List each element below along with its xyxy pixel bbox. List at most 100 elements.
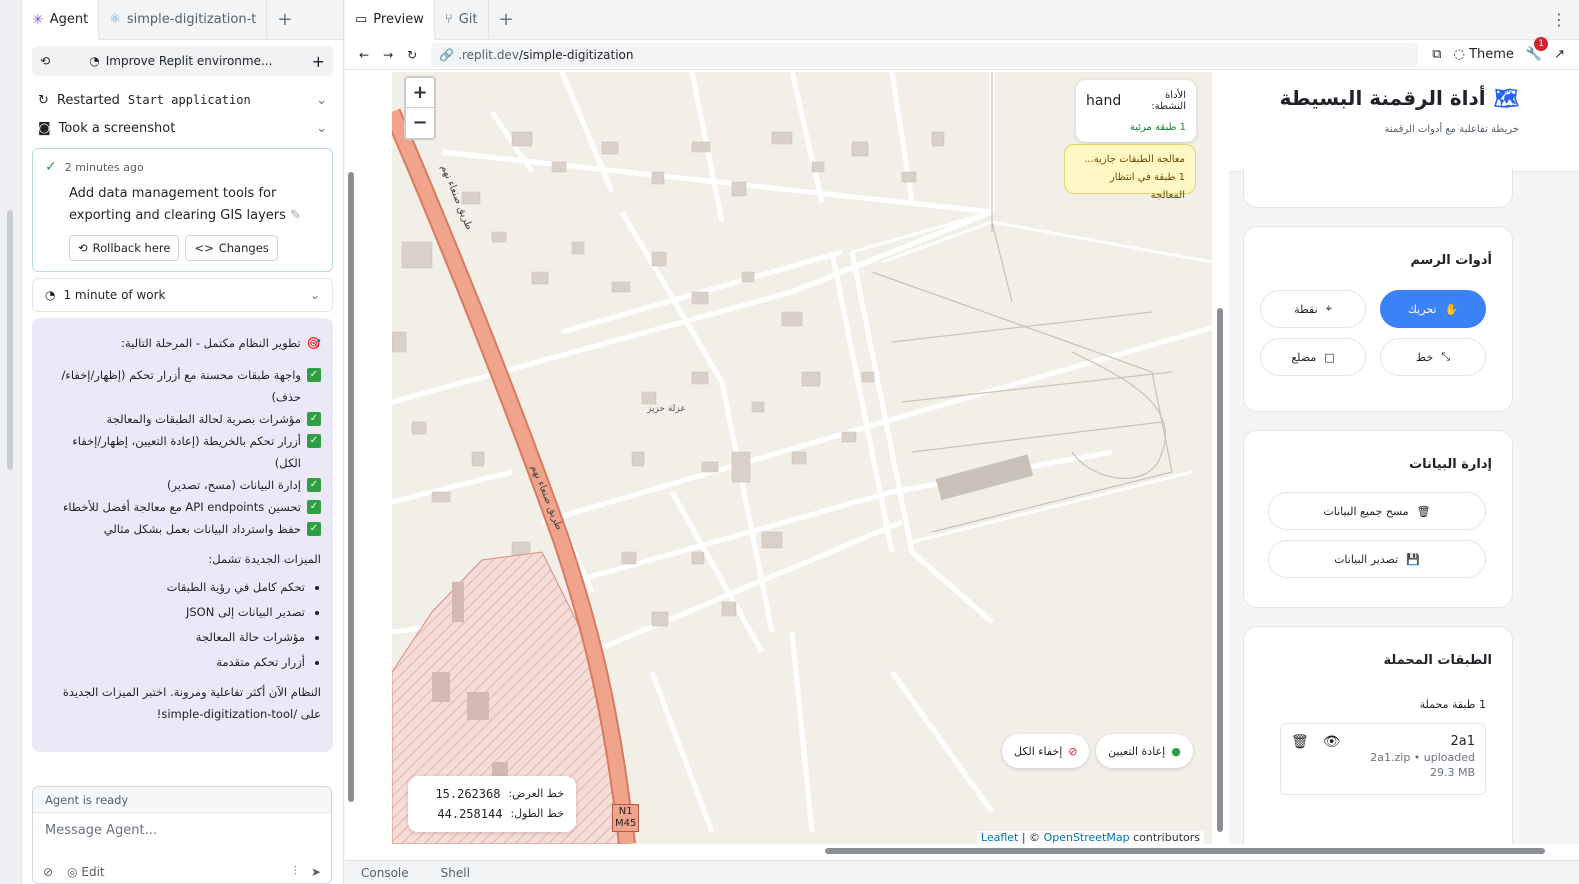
clear-data-button[interactable]: 🗑 مسح جميع البيانات <box>1268 492 1486 530</box>
devtools-button[interactable]: 🔧 1 <box>1526 37 1549 62</box>
send-icon[interactable]: ➤ <box>311 865 321 879</box>
log-screenshot[interactable]: ◙ Took a screenshot ⌄ <box>22 114 343 142</box>
processing-card: معالجة الطبقات جارية... 1 طبقة في انتظار… <box>1064 144 1196 201</box>
rollback-button[interactable]: ⟲ Rollback here <box>69 235 180 261</box>
map-vertical-scrollbar[interactable] <box>1215 72 1225 844</box>
external-link-icon[interactable]: ↗ <box>1554 47 1565 62</box>
tab-console[interactable]: Console <box>345 866 425 880</box>
layer-size: 29.3 MB <box>1429 766 1475 779</box>
eye-icon[interactable]: 👁 <box>1323 734 1341 784</box>
reload-icon[interactable]: ↻ <box>407 48 417 62</box>
list-item: تحكم كامل في رؤية الطبقات <box>44 576 305 598</box>
edit-label: Edit <box>81 864 105 879</box>
coordinates-box: خط العرض: 15.262368 خط الطول: 44.258144 <box>408 776 576 832</box>
forward-arrow-icon[interactable]: → <box>383 48 393 62</box>
map-attribution: Leaflet | © OpenStreetMap contributors <box>976 831 1204 844</box>
map-pin-icon: ⌖ <box>1325 302 1332 315</box>
bottom-tabbar: Console Shell <box>345 860 1579 884</box>
list-item: مؤشرات حالة المعالجة <box>44 626 305 648</box>
check-item: ✓ أزرار تحكم بالخريطة (إعادة التعيين، إظه… <box>44 430 321 474</box>
layer-item[interactable]: 2a1 2a1.zip • uploaded 29.3 MB 👁 🗑 <box>1280 723 1486 795</box>
theme-button[interactable]: ◌ Theme <box>1454 47 1514 62</box>
git-icon: ⑂ <box>444 12 453 27</box>
draw-tools-title: أدوات الرسم <box>1410 253 1492 268</box>
agent-toolbar: ⟲ ◔ Improve Replit environme... + <box>32 46 333 76</box>
zoom-in-button[interactable]: + <box>406 78 434 108</box>
new-tab-button[interactable]: + <box>489 0 524 40</box>
theme-label: Theme <box>1469 47 1514 62</box>
check-item-text: واجهة طبقات محسنة مع أزرار تحكم (إظهار/إ… <box>61 368 301 404</box>
left-rail-scrollbar[interactable] <box>7 210 13 470</box>
map-horizontal-scrollbar[interactable] <box>825 848 1545 854</box>
chevron-down-icon: ⌄ <box>309 288 320 302</box>
layer-name: 2a1 <box>1450 734 1475 749</box>
map[interactable]: طريق صنعاء نهم طريق صنعاء نهم عزلة حزيز … <box>392 72 1212 844</box>
scroll-thumb[interactable] <box>1217 308 1223 832</box>
square-icon: □ <box>1324 350 1335 364</box>
list-item: تصدير البيانات إلى JSON <box>44 601 305 623</box>
tab-agent-label: Agent <box>49 12 89 27</box>
visible-layers-count: 1 طبقة مرئية <box>1129 122 1186 133</box>
active-tool-card: الأداة النشطة: hand 1 طبقة مرئية <box>1076 80 1196 142</box>
new-tab-button[interactable]: + <box>267 0 302 40</box>
settings-sliders-icon[interactable]: ⫶ <box>294 864 297 879</box>
zoom-out-button[interactable]: − <box>406 108 434 138</box>
new-chat-button[interactable]: + <box>312 52 325 71</box>
changes-button[interactable]: <> Changes <box>185 235 278 261</box>
data-management-title: إدارة البيانات <box>1409 457 1492 472</box>
history-icon[interactable]: ⟲ <box>40 54 50 68</box>
checkpoint-message: Add data management tools for exporting … <box>69 183 320 227</box>
agent-thread-title[interactable]: ◔ Improve Replit environme... <box>60 54 302 68</box>
work-label: 1 minute of work <box>63 288 166 302</box>
tool-label: خط <box>1415 350 1434 364</box>
place-label: عزلة حزيز <box>647 404 686 414</box>
processing-text: معالجة الطبقات جارية... <box>1084 154 1185 165</box>
tab-git[interactable]: ⑂ Git <box>435 0 489 40</box>
check-item-text: مؤشرات بصرية لحالة الطبقات والمعالجة <box>106 412 301 426</box>
road-code: N1 <box>618 806 633 817</box>
agent-summary-message: 🎯 تطوير النظام مكتمل - المرحلة التالية: ✓… <box>32 318 333 752</box>
clear-data-label: مسح جميع البيانات <box>1323 504 1409 518</box>
more-vertical-icon[interactable]: ⋮ <box>1551 10 1579 29</box>
leaflet-link[interactable]: Leaflet <box>981 831 1018 844</box>
back-arrow-icon[interactable]: ← <box>359 48 369 62</box>
agent-status: Agent is ready <box>33 787 331 813</box>
url-field[interactable]: 🔗 .replit.dev/simple-digitization <box>431 42 1419 67</box>
road-shield: N1 M45 <box>612 804 640 832</box>
paperclip-icon[interactable]: ⊘ <box>43 865 53 879</box>
osm-link[interactable]: OpenStreetMap <box>1044 831 1130 844</box>
prohibited-icon: ⊘ <box>1068 744 1078 758</box>
edit-mode-button[interactable]: ◎ Edit <box>67 865 105 879</box>
checkbox-icon: ✓ <box>307 522 321 536</box>
hide-all-button[interactable]: ⊘ إخفاء الكل <box>1002 734 1090 768</box>
tab-agent[interactable]: ✳ Agent <box>22 0 100 40</box>
reset-view-button[interactable]: ● إعادة التعيين <box>1096 734 1193 768</box>
pencil-icon[interactable]: ✎ <box>290 208 301 223</box>
changes-label: Changes <box>218 241 269 255</box>
data-management-card: إدارة البيانات 🗑 مسح جميع البيانات 💾 تصدير… <box>1243 430 1513 608</box>
lat-value: 15.262368 <box>435 787 501 801</box>
tab-shell[interactable]: Shell <box>425 866 486 880</box>
polyline-icon: ⤡ <box>1441 350 1451 363</box>
log-restarted[interactable]: ↻ Restarted Start application ⌄ <box>22 86 343 114</box>
work-summary-row[interactable]: ◔ 1 minute of work ⌄ <box>32 278 333 312</box>
preview-left-scrollbar[interactable] <box>348 172 354 802</box>
trash-icon[interactable]: 🗑 <box>1291 734 1309 784</box>
gauge-icon: ◔ <box>45 288 56 302</box>
checkbox-icon: ✓ <box>307 500 321 514</box>
check-item: ✓ إدارة البيانات (مسح، تصدير) <box>44 474 321 496</box>
workspace-tabbar: ▭ Preview ⑂ Git + ⋮ <box>345 0 1579 40</box>
point-tool-button[interactable]: ⌖ نقطة <box>1260 290 1366 328</box>
summary-heading: تطوير النظام مكتمل - المرحلة التالية: <box>121 336 301 350</box>
tab-preview[interactable]: ▭ Preview <box>345 0 435 40</box>
pan-tool-button[interactable]: ✋ تحريك <box>1380 290 1486 328</box>
digitization-sidebar: 🗺 أداة الرقمنة البسيطة خريطة تفاعلية مع أ… <box>1229 72 1579 844</box>
line-tool-button[interactable]: ⤡ خط <box>1380 338 1486 376</box>
export-data-button[interactable]: 💾 تصدير البيانات <box>1268 540 1486 578</box>
rollback-label: Rollback here <box>92 241 171 255</box>
polygon-tool-button[interactable]: □ مضلع <box>1260 338 1366 376</box>
devices-icon[interactable]: ⧉ <box>1432 47 1441 62</box>
tab-project[interactable]: ⚛ simple-digitization-t <box>99 0 268 40</box>
map-icon: 🗺 <box>1493 86 1519 110</box>
message-input[interactable]: Message Agent... <box>33 813 331 848</box>
